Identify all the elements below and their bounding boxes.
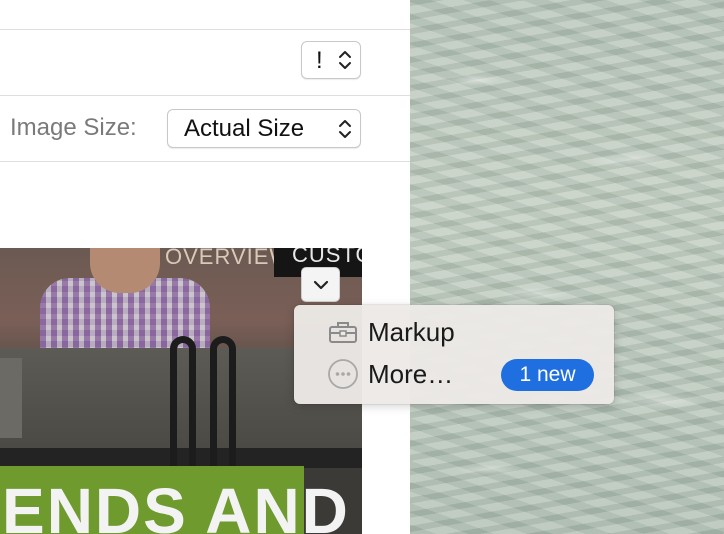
popup-menu: Markup More… 1 new bbox=[294, 305, 614, 404]
headline-text: ENDS AND bbox=[2, 475, 350, 534]
more-icon bbox=[328, 359, 358, 389]
up-down-chevron-icon bbox=[339, 119, 351, 138]
photo-object bbox=[0, 358, 22, 438]
divider bbox=[0, 95, 410, 96]
desktop-wallpaper bbox=[410, 0, 724, 534]
customers-text: CUSTOM bbox=[292, 248, 362, 267]
image-size-label: Image Size: bbox=[10, 114, 137, 141]
door-handle bbox=[210, 336, 236, 486]
menu-item-markup[interactable]: Markup bbox=[294, 312, 614, 352]
share-menu-button[interactable] bbox=[301, 267, 340, 302]
up-down-chevron-icon bbox=[339, 51, 351, 69]
divider bbox=[0, 29, 410, 30]
menu-item-label: More… bbox=[368, 358, 454, 389]
overview-text: OVERVIEW bbox=[165, 248, 292, 269]
door-handle bbox=[170, 336, 196, 486]
image-size-value: Actual Size bbox=[184, 115, 305, 142]
menu-item-label: Markup bbox=[368, 316, 455, 347]
chevron-down-icon bbox=[313, 280, 328, 289]
settings-panel: ! Image Size: Actual Size bbox=[0, 0, 410, 248]
top-popup-value: ! bbox=[316, 47, 323, 74]
new-badge: 1 new bbox=[501, 359, 594, 391]
divider bbox=[0, 161, 410, 162]
top-popup-button[interactable]: ! bbox=[301, 41, 361, 79]
image-size-popup[interactable]: Actual Size bbox=[167, 109, 361, 148]
toolbox-icon bbox=[329, 322, 357, 343]
